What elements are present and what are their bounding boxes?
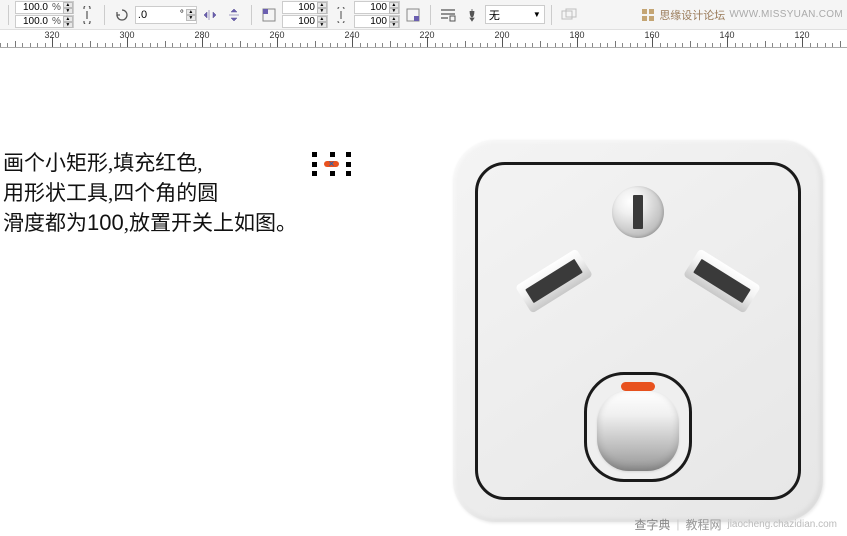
scale-y-unit: % xyxy=(50,16,63,27)
instruction-line1: 画个小矩形,填充红色, xyxy=(3,151,203,175)
wrap-value: 无 xyxy=(489,7,529,23)
rotation-icon xyxy=(111,4,133,26)
watermark-footer: 查字典 | 教程网 jiaocheng.chazidian.com xyxy=(624,512,847,536)
canvas-area[interactable]: 画个小矩形,填充红色, 用形状工具,四个角的圆 滑度都为100,放置开关上如图。… xyxy=(0,48,847,536)
scale-x-down[interactable]: ▼ xyxy=(63,8,73,14)
corner-left-controls: ▲▼ ▲▼ xyxy=(282,1,328,28)
mirror-horizontal-icon[interactable] xyxy=(199,4,221,26)
footer-url: jiaocheng.chazidian.com xyxy=(727,519,837,530)
rotation-input[interactable]: ° ▲▼ xyxy=(135,6,197,24)
rotation-down[interactable]: ▼ xyxy=(186,15,196,21)
brand-forum-label: 思缘设计论坛 xyxy=(659,7,725,23)
chevron-down-icon: ▼ xyxy=(533,10,541,19)
ruler-label: 220 xyxy=(419,30,434,40)
corner-tl-field[interactable] xyxy=(283,2,317,13)
corner-tr-input[interactable]: ▲▼ xyxy=(354,1,400,14)
separator xyxy=(551,5,552,25)
corner-br-input[interactable]: ▲▼ xyxy=(354,15,400,28)
corner-tr-down[interactable]: ▼ xyxy=(389,8,399,14)
selection-handle-tr[interactable] xyxy=(346,152,351,157)
brand-icon xyxy=(641,8,655,22)
ruler-label: 140 xyxy=(719,30,734,40)
corner-br-icon xyxy=(402,4,424,26)
selection-center-mark: ✕ xyxy=(328,160,335,169)
corner-br-field[interactable] xyxy=(355,16,389,27)
selection-handle-mr[interactable] xyxy=(346,162,351,167)
lock-ratio-icon[interactable] xyxy=(76,4,98,26)
instruction-line2: 用形状工具,四个角的圆 xyxy=(3,178,297,208)
corner-bl-field[interactable] xyxy=(283,16,317,27)
socket-illustration xyxy=(453,140,823,522)
rotation-field[interactable] xyxy=(136,9,178,21)
wrap-dropdown[interactable]: 无 ▼ xyxy=(485,5,545,24)
scale-controls: % ▲▼ % ▲▼ xyxy=(15,1,74,28)
rotation-unit: ° xyxy=(178,9,186,20)
selection-handle-bm[interactable] xyxy=(330,171,335,176)
ruler-label: 280 xyxy=(194,30,209,40)
link-icon[interactable] xyxy=(558,4,580,26)
corner-lock-icon[interactable] xyxy=(330,4,352,26)
ruler-label: 200 xyxy=(494,30,509,40)
footer-brand: 查字典 xyxy=(634,516,670,533)
corner-tr-field[interactable] xyxy=(355,2,389,13)
separator xyxy=(104,5,105,25)
corner-br-down[interactable]: ▼ xyxy=(389,22,399,28)
separator xyxy=(8,5,9,25)
ruler-label: 240 xyxy=(344,30,359,40)
scale-y-input[interactable]: % ▲▼ xyxy=(15,15,74,28)
corner-tl-down[interactable]: ▼ xyxy=(317,8,327,14)
ruler-label: 120 xyxy=(794,30,809,40)
scale-x-unit: % xyxy=(50,2,63,13)
horizontal-ruler[interactable]: 320300280260240220200180160140120100 xyxy=(0,30,847,48)
corner-bl-down[interactable]: ▼ xyxy=(317,22,327,28)
corner-bl-input[interactable]: ▲▼ xyxy=(282,15,328,28)
selected-red-rectangle[interactable]: ✕ xyxy=(315,155,348,173)
selection-handle-tm[interactable] xyxy=(330,152,335,157)
separator xyxy=(430,5,431,25)
instruction-text: 画个小矩形,填充红色, 用形状工具,四个角的圆 滑度都为100,放置开关上如图。 xyxy=(3,148,297,238)
ground-slot xyxy=(633,195,643,229)
socket-switch-recess xyxy=(584,372,692,482)
ruler-label: 320 xyxy=(44,30,59,40)
corner-right-controls: ▲▼ ▲▼ xyxy=(354,1,400,28)
corner-tl-input[interactable]: ▲▼ xyxy=(282,1,328,14)
outline-icon[interactable] xyxy=(461,4,483,26)
scale-y-down[interactable]: ▼ xyxy=(63,22,73,28)
text-wrap-icon[interactable] xyxy=(437,4,459,26)
ruler-label: 160 xyxy=(644,30,659,40)
brand-url-label: WWW.MISSYUAN.COM xyxy=(729,9,843,20)
socket-ground-hole xyxy=(612,186,664,238)
selection-handle-tl[interactable] xyxy=(312,152,317,157)
property-toolbar: % ▲▼ % ▲▼ ° ▲▼ ▲▼ ▲▼ xyxy=(0,0,847,30)
switch-toggle xyxy=(597,391,679,471)
mirror-vertical-icon[interactable] xyxy=(223,4,245,26)
ruler-label: 260 xyxy=(269,30,284,40)
brand-area: 思缘设计论坛 WWW.MISSYUAN.COM xyxy=(641,7,843,23)
separator xyxy=(251,5,252,25)
footer-section: 教程网 xyxy=(685,516,721,533)
scale-y-field[interactable] xyxy=(16,16,50,27)
footer-divider: | xyxy=(676,517,679,531)
scale-x-input[interactable]: % ▲▼ xyxy=(15,1,74,14)
scale-x-field[interactable] xyxy=(16,2,50,13)
corner-tl-icon xyxy=(258,4,280,26)
instruction-line3-num: 100 xyxy=(87,210,124,235)
instruction-line3a: 滑度都为 xyxy=(3,211,87,235)
ruler-label: 300 xyxy=(119,30,134,40)
selection-handle-ml[interactable] xyxy=(312,162,317,167)
ruler-label: 180 xyxy=(569,30,584,40)
selection-handle-br[interactable] xyxy=(346,171,351,176)
instruction-line3b: ,放置开关上如图。 xyxy=(124,211,297,235)
switch-red-indicator xyxy=(621,382,655,391)
selection-handle-bl[interactable] xyxy=(312,171,317,176)
